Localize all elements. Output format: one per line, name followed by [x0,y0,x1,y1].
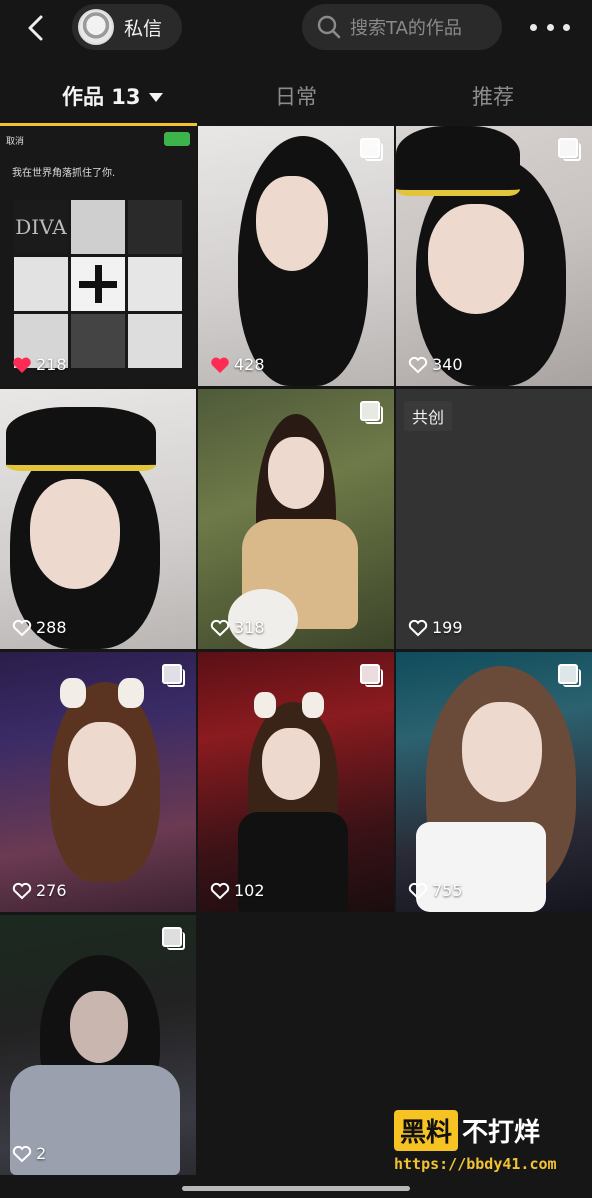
collage-tile [128,200,182,254]
tab-works-label: 作品 13 [62,85,141,109]
collage-caption: 我在世界角落抓住了你. [12,168,116,179]
collage-tile [14,257,68,311]
tab-recommended[interactable]: 推荐 [472,82,514,112]
video-thumbnail[interactable]: 288 [0,389,196,649]
like-count-value: 318 [234,618,265,637]
video-thumbnail[interactable]: 340 [396,126,592,386]
thumbnail-image [0,389,196,649]
video-thumbnail[interactable]: 2 [0,915,196,1175]
search-placeholder: 搜索TA的作品 [350,18,462,39]
like-count: 218 [12,355,67,374]
heart-outline-icon [408,882,428,899]
like-count: 276 [12,881,67,900]
like-count: 428 [210,355,265,374]
heart-outline-icon [210,619,230,636]
heart-filled-icon [13,357,31,373]
like-count-value: 428 [234,355,265,374]
collage-tile [128,257,182,311]
like-count-value: 218 [36,355,67,374]
thumbnail-image [396,126,592,386]
like-count: 102 [210,881,265,900]
collage-tile [71,200,125,254]
like-count-value: 340 [432,355,463,374]
like-count-value: 2 [36,1144,47,1163]
home-indicator [182,1186,410,1191]
heart-outline-icon [12,1145,32,1162]
top-bar: 私信 搜索TA的作品 [0,0,592,56]
like-count-value: 755 [432,881,463,900]
back-arrow-icon [28,15,43,41]
direct-message-label: 私信 [124,17,163,40]
tab-works[interactable]: 作品 13 [62,82,163,112]
watermark-text: 不打烊 [462,1118,541,1148]
like-count: 2 [12,1144,46,1163]
video-thumbnail[interactable]: 755 [396,652,592,912]
multi-image-icon [360,401,383,424]
heart-outline-icon [408,356,428,373]
thumbnail-image [396,652,592,912]
tab-daily[interactable]: 日常 [275,82,317,112]
like-count: 340 [408,355,463,374]
collage-header-text: 取消 [6,137,25,147]
like-count: 199 [408,618,463,637]
video-thumbnail[interactable]: 共创 199 [396,389,592,649]
like-count: 755 [408,881,463,900]
collage-tile [71,257,125,311]
watermark-url: https://bbdy41.com [394,1155,557,1173]
thumbnail-image [198,652,394,912]
multi-image-icon [558,664,581,687]
collage-tile: DIVA [14,200,68,254]
direct-message-button[interactable]: 私信 [72,4,182,50]
collage-tile [71,314,125,368]
heart-outline-icon [12,882,32,899]
video-thumbnail[interactable]: 428 [198,126,394,386]
video-thumbnail[interactable]: 102 [198,652,394,912]
video-thumbnail[interactable]: 318 [198,389,394,649]
like-count-value: 288 [36,618,67,637]
thumbnail-image [198,389,394,649]
heart-outline-icon [408,619,428,636]
multi-image-icon [360,138,383,161]
watermark-badge: 黑料 [394,1110,459,1151]
video-thumbnail[interactable]: 276 [0,652,196,912]
search-icon [317,15,341,39]
video-thumbnail[interactable]: 取消 我在世界角落抓住了你. DIVA 218 [0,126,196,386]
content-tabs: 作品 13 日常 推荐 [0,70,592,126]
search-input[interactable]: 搜索TA的作品 [302,4,502,50]
like-count-value: 276 [36,881,67,900]
collage-tile [128,314,182,368]
multi-image-icon [558,138,581,161]
thumbnail-image [0,652,196,912]
multi-image-icon [360,664,383,687]
co-creation-label: 共创 [404,401,453,431]
like-count-value: 199 [432,618,463,637]
multi-image-icon [162,664,185,687]
heart-filled-icon [211,357,229,373]
watermark: 黑料 不打烊 https://bbdy41.com [394,1110,557,1173]
collage-diva-text: DIVA [15,215,67,239]
collage-tag [164,132,190,146]
like-count: 318 [210,618,265,637]
avatar [78,9,114,45]
heart-outline-icon [210,882,230,899]
thumbnail-image [198,126,394,386]
like-count: 288 [12,618,67,637]
like-count-value: 102 [234,881,265,900]
back-button[interactable] [18,10,54,46]
heart-outline-icon [12,619,32,636]
multi-image-icon [162,927,185,950]
more-options-icon[interactable] [530,14,570,40]
thumbnail-image [0,915,196,1175]
dropdown-caret-icon [148,92,163,102]
collage-image: 取消 我在世界角落抓住了你. DIVA [0,126,196,386]
